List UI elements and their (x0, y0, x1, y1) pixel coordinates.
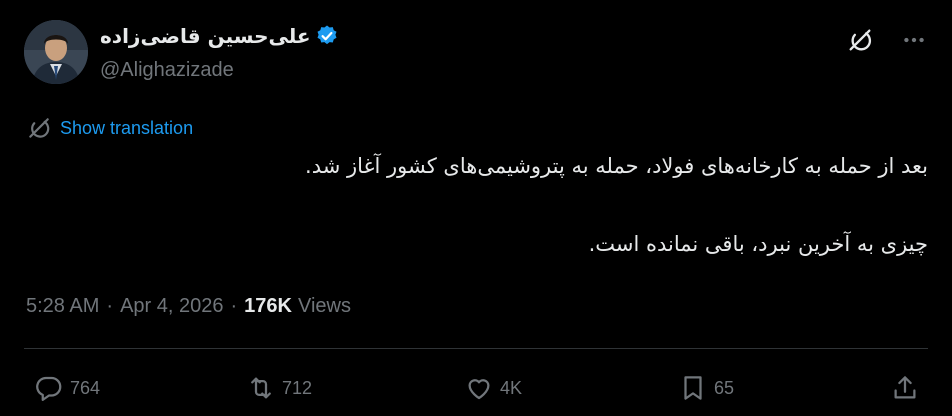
translate-icon (29, 118, 50, 138)
bookmark-icon (684, 376, 702, 400)
tweet-text: بعد از حمله به کارخانه‌های فولاد، حمله ب… (48, 146, 928, 264)
tweet-date[interactable]: Apr 4, 2026 (120, 295, 223, 318)
show-translation-label: Show translation (60, 117, 194, 138)
tweet-text-line-1: بعد از حمله به کارخانه‌های فولاد، حمله ب… (305, 154, 928, 178)
divider (24, 348, 928, 349)
bookmark-count: 65 (714, 377, 735, 398)
tweet-actions-bar: 764 712 4K 65 (0, 370, 952, 406)
avatar[interactable] (24, 20, 88, 84)
retweet-button[interactable]: 712 (246, 370, 312, 406)
tweet-time[interactable]: 5:28 AM (26, 295, 99, 318)
retweet-count: 712 (282, 377, 313, 398)
share-icon (894, 376, 916, 399)
share-button[interactable] (890, 370, 920, 406)
show-translation-button[interactable]: Show translation (26, 114, 193, 142)
author-handle[interactable]: @Alighazizade (100, 56, 234, 84)
verified-badge-icon[interactable] (315, 24, 339, 48)
tweet-paragraph-gap (48, 186, 928, 224)
display-name[interactable]: علی‌حسین قاضی‌زاده (100, 22, 311, 50)
more-options-button[interactable] (896, 22, 932, 58)
reply-icon (36, 376, 62, 401)
reply-count: 764 (70, 377, 101, 398)
more-dots-icon (904, 37, 924, 43)
like-count: 4K (500, 377, 523, 398)
meta-separator: · (106, 294, 114, 317)
tweet-top-actions (842, 22, 932, 58)
author-name-row: علی‌حسین قاضی‌زاده (100, 22, 339, 50)
bookmark-button[interactable]: 65 (678, 370, 734, 406)
tweet-meta: 5:28 AM · Apr 4, 2026 · 176K Views (26, 290, 351, 322)
views-label: Views (297, 294, 351, 317)
grok-icon (849, 29, 872, 51)
like-icon (468, 379, 490, 400)
grok-button[interactable] (842, 22, 878, 58)
like-button[interactable]: 4K (464, 370, 522, 406)
retweet-icon (251, 377, 271, 399)
reply-button[interactable]: 764 (34, 370, 100, 406)
views-count[interactable]: 176K (244, 295, 292, 318)
meta-separator: · (230, 294, 238, 317)
tweet-text-line-2: چیزی به آخرین نبرد، باقی نمانده است. (588, 232, 928, 256)
avatar-image (24, 20, 88, 84)
tweet: علی‌حسین قاضی‌زاده @Alighazizade Show (0, 0, 952, 416)
